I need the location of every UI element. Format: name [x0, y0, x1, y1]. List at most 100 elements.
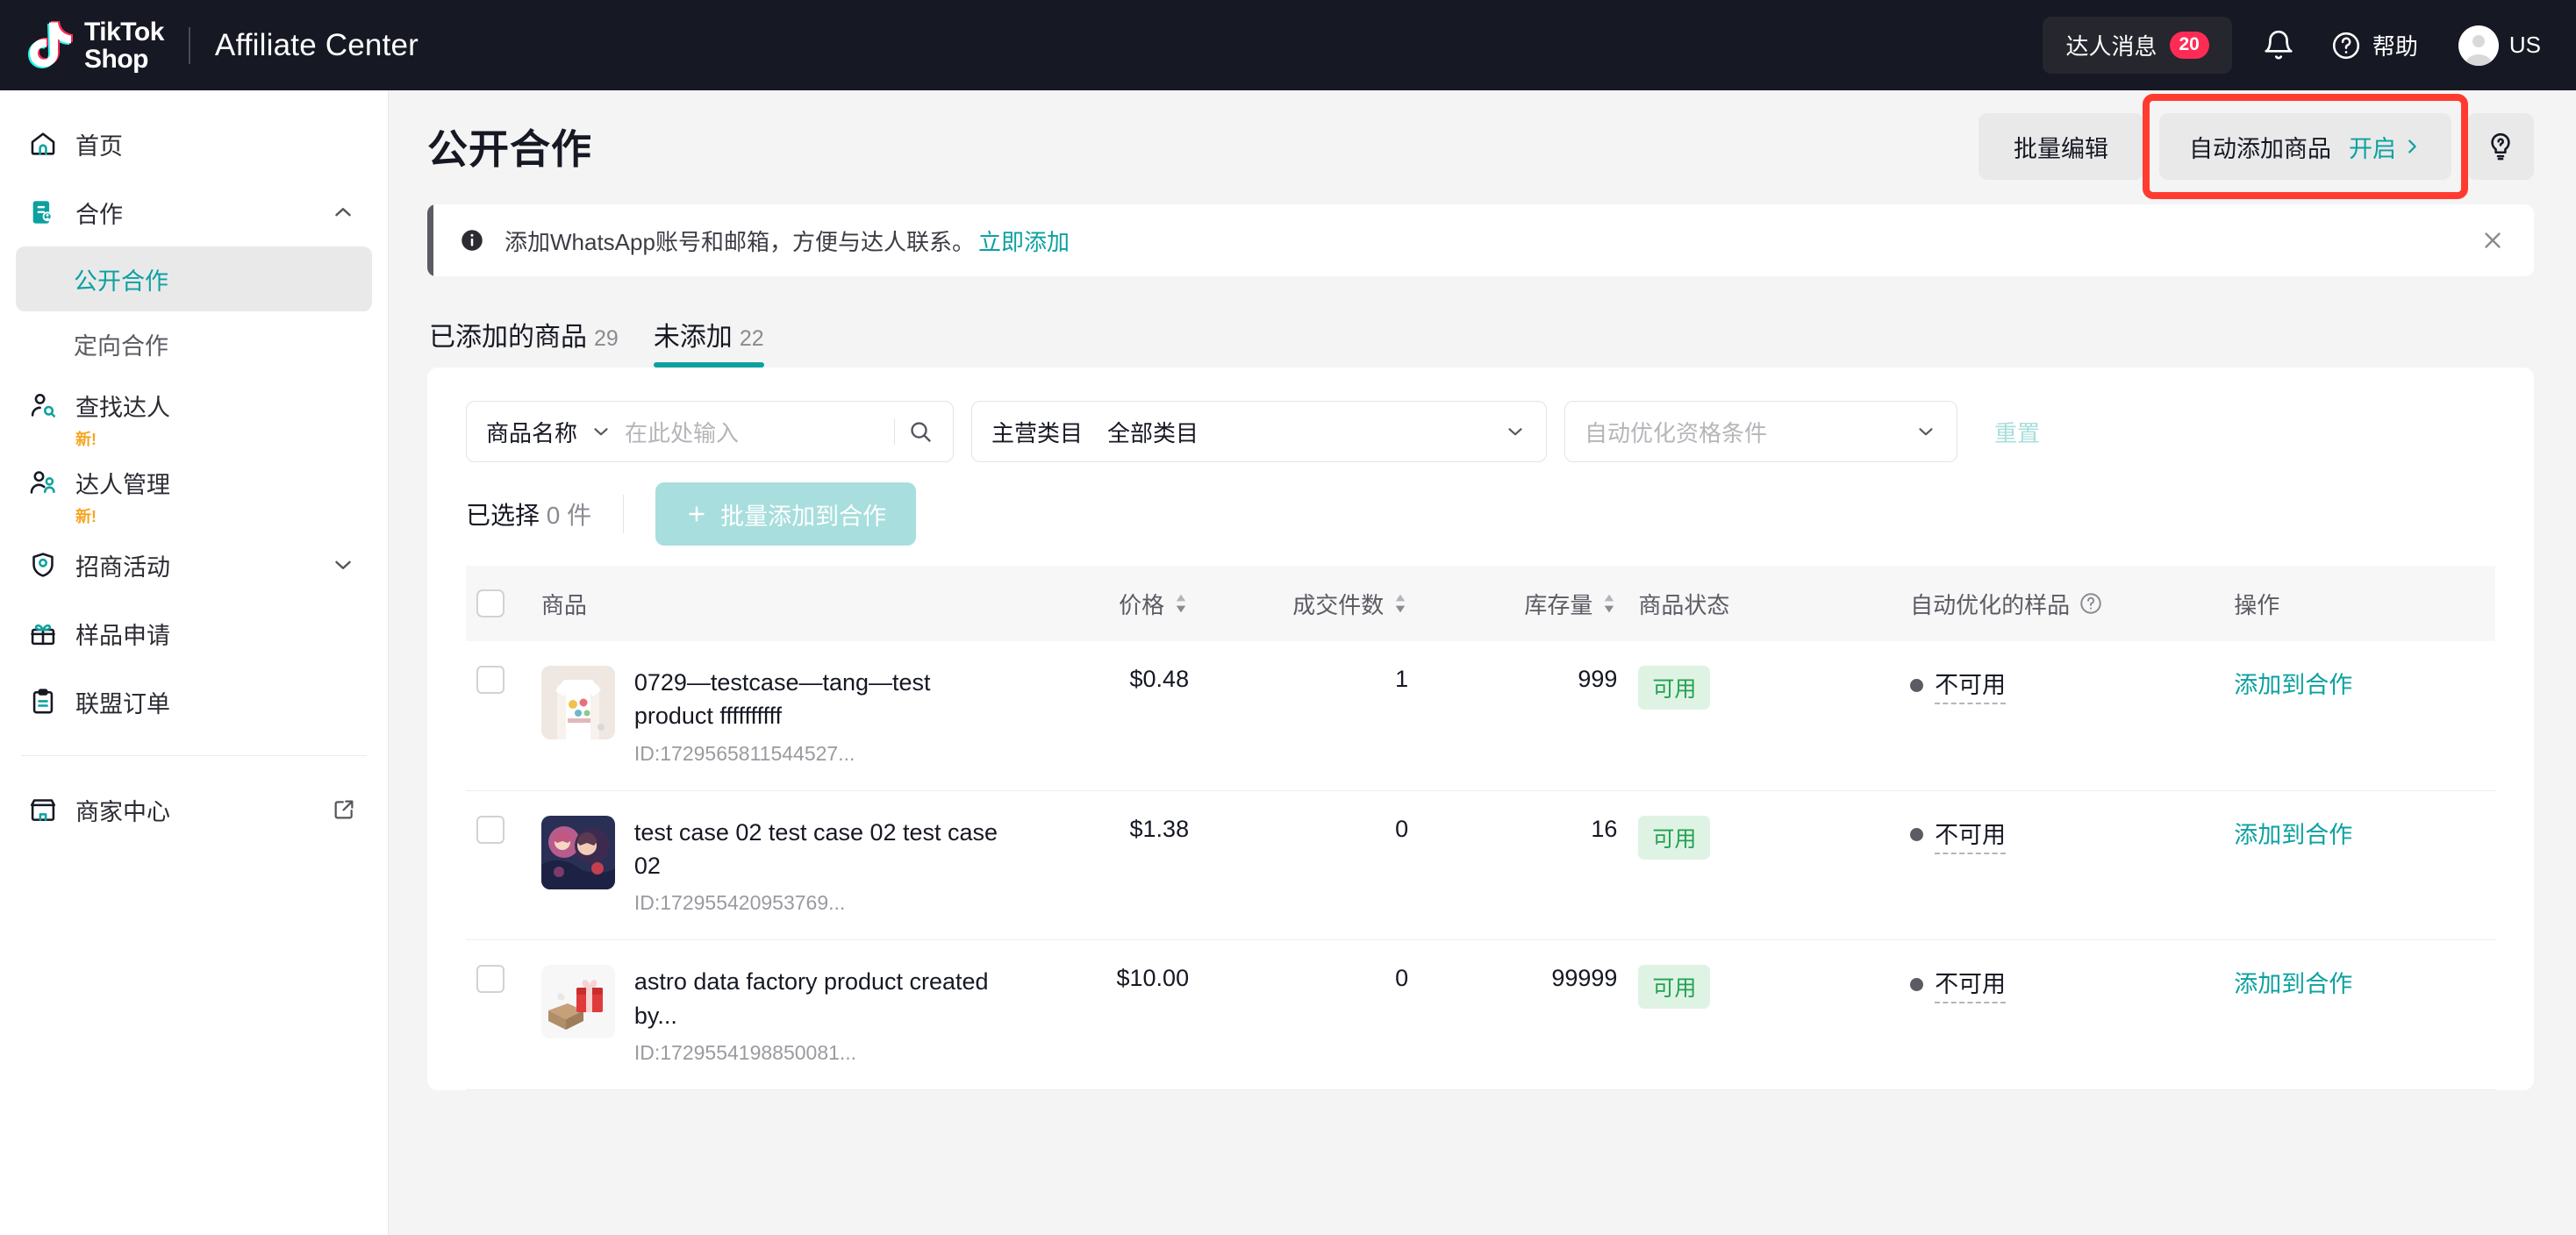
add-to-collab-link[interactable]: 添加到合作: [2234, 971, 2352, 997]
brand-block[interactable]: TikTok Shop: [21, 18, 164, 73]
chevron-down-icon[interactable]: [590, 420, 612, 443]
chevron-up-icon: [330, 199, 356, 225]
auto-add-products-button[interactable]: 自动添加商品 开启: [2159, 113, 2451, 180]
table-row: astro data factory product created by...…: [466, 939, 2495, 1090]
select-all-checkbox[interactable]: [476, 589, 504, 618]
column-operations: 操作: [2223, 566, 2495, 641]
sample-availability-label[interactable]: 不可用: [1935, 816, 2007, 854]
sample-availability-label[interactable]: 不可用: [1935, 666, 2007, 704]
sample-availability: 不可用: [1910, 965, 2213, 1004]
sort-icon[interactable]: [1392, 592, 1408, 615]
selection-divider: [623, 495, 625, 533]
tab-added-products[interactable]: 已添加的商品 29: [429, 315, 619, 368]
product-deals: 0: [1199, 939, 1420, 1090]
page-help-button[interactable]: [2467, 113, 2534, 180]
chevron-down-icon[interactable]: [1914, 420, 1937, 443]
product-operations-cell: 添加到合作: [2223, 939, 2495, 1090]
sidebar-item-label: 样品申请: [75, 622, 170, 649]
product-price: $0.48: [1021, 641, 1200, 791]
product-stock: 16: [1419, 790, 1628, 941]
shield-icon: [26, 550, 60, 580]
question-circle-icon[interactable]: [2079, 591, 2103, 616]
logo-line-2: Shop: [84, 44, 148, 74]
bulk-edit-button[interactable]: 批量编辑: [1979, 113, 2143, 180]
product-name[interactable]: astro data factory product created by...: [634, 965, 1012, 1032]
column-price[interactable]: 价格: [1021, 566, 1200, 641]
product-status-cell: 可用: [1628, 790, 1900, 941]
bulk-add-label: 批量添加到合作: [720, 503, 887, 530]
products-table-body: 0729—testcase—tang—test product ffffffff…: [466, 641, 2495, 1090]
reset-filters-button[interactable]: 重置: [1994, 416, 2040, 448]
column-stock[interactable]: 库存量: [1419, 566, 1628, 641]
sidebar-item-home[interactable]: 首页: [0, 110, 388, 178]
add-to-collab-link[interactable]: 添加到合作: [2234, 672, 2352, 698]
sidebar-item-find-creators[interactable]: 查找达人 新!: [0, 376, 388, 453]
store-icon: [26, 795, 60, 825]
sidebar-group-campaigns[interactable]: 招商活动: [0, 531, 388, 599]
main-content: 公开合作 批量编辑 自动添加商品 开启 添加WhatsApp账号和邮箱，方便与达…: [389, 90, 2576, 1235]
account-menu[interactable]: US: [2458, 25, 2541, 66]
sidebar-item-targeted-collaboration[interactable]: 定向合作: [16, 311, 372, 376]
product-operations-cell: 添加到合作: [2223, 641, 2495, 791]
tab-count: 29: [594, 326, 619, 351]
product-name-filter[interactable]: 商品名称 在此处输入: [466, 401, 954, 462]
field-divider: [894, 418, 895, 445]
table-row: 0729—testcase—tang—test product ffffffff…: [466, 641, 2495, 791]
sidebar-item-affiliate-orders[interactable]: 联盟订单: [0, 667, 388, 736]
chevron-right-icon: [2402, 137, 2422, 156]
sort-icon[interactable]: [1173, 592, 1189, 615]
tab-label: 未添加: [653, 323, 733, 352]
help-button[interactable]: 帮助: [2330, 29, 2418, 61]
sample-availability: 不可用: [1910, 666, 2213, 704]
collab-icon: [26, 197, 60, 227]
row-checkbox[interactable]: [476, 666, 504, 694]
auto-add-products-state: 开启: [2349, 130, 2422, 164]
clipboard-icon: [26, 687, 60, 717]
sidebar-item-public-collaboration[interactable]: 公开合作: [16, 246, 372, 311]
status-badge: 可用: [1638, 815, 1711, 860]
bell-icon[interactable]: [2262, 29, 2295, 62]
chevron-down-icon[interactable]: [1504, 420, 1527, 443]
product-list-card: 商品名称 在此处输入 主营类目 全部类目 自动优化资格条件 重置 已选择 0 件…: [427, 368, 2534, 1090]
column-sample: 自动优化的样品: [1900, 566, 2224, 641]
selection-summary: 已选择 0 件: [466, 496, 591, 532]
sidebar-item-seller-center[interactable]: 商家中心: [0, 775, 388, 844]
add-to-collab-link[interactable]: 添加到合作: [2234, 822, 2352, 848]
status-badge: 可用: [1638, 666, 1711, 710]
product-name[interactable]: 0729—testcase—tang—test product ffffffff…: [634, 666, 1012, 733]
status-dot-icon: [1910, 977, 1924, 991]
sidebar-group-collaboration[interactable]: 合作: [0, 178, 388, 246]
tiktok-shop-wordmark: TikTok Shop: [84, 18, 164, 73]
product-name[interactable]: test case 02 test case 02 test case 02: [634, 816, 1012, 883]
lightbulb-question-icon: [2485, 131, 2516, 162]
search-input[interactable]: 在此处输入: [625, 416, 739, 448]
sidebar-item-label: 联盟订单: [75, 690, 170, 717]
search-icon[interactable]: [907, 418, 934, 445]
auto-optimize-eligibility-filter[interactable]: 自动优化资格条件: [1564, 401, 1957, 462]
product-id: ID:1729554198850081...: [633, 1040, 857, 1064]
row-checkbox[interactable]: [476, 815, 504, 844]
banner-action-link[interactable]: 立即添加: [978, 225, 1070, 257]
topbar-right-actions: 达人消息 20 帮助 US: [2043, 17, 2541, 74]
bulk-add-to-collab-button[interactable]: 批量添加到合作: [655, 482, 917, 546]
sidebar-item-label: 招商活动: [75, 553, 170, 581]
sidebar-item-sample-requests[interactable]: 样品申请: [0, 599, 388, 667]
product-id: ID:1729565811544527...: [633, 741, 855, 765]
category-filter[interactable]: 主营类目 全部类目: [971, 401, 1547, 462]
column-label: 价格: [1119, 591, 1165, 618]
sidebar-item-creator-management[interactable]: 达人管理 新!: [0, 453, 388, 531]
row-checkbox[interactable]: [476, 965, 504, 994]
product-sample-cell: 不可用: [1900, 939, 2224, 1090]
creator-messages-badge: 20: [2169, 32, 2209, 59]
tshirt-thumbnail: [540, 666, 615, 739]
column-label: 商品状态: [1638, 591, 1730, 618]
creator-messages-button[interactable]: 达人消息 20: [2043, 17, 2232, 74]
close-icon[interactable]: [2479, 227, 2506, 253]
column-deals[interactable]: 成交件数: [1199, 566, 1420, 641]
row-select-cell: [466, 939, 531, 1090]
sort-icon[interactable]: [1601, 592, 1617, 615]
sample-availability-label[interactable]: 不可用: [1935, 965, 2007, 1004]
row-product-cell: astro data factory product created by...…: [530, 939, 1022, 1090]
filter-bar: 商品名称 在此处输入 主营类目 全部类目 自动优化资格条件 重置: [466, 401, 2495, 462]
tab-not-added[interactable]: 未添加 22: [653, 315, 764, 368]
